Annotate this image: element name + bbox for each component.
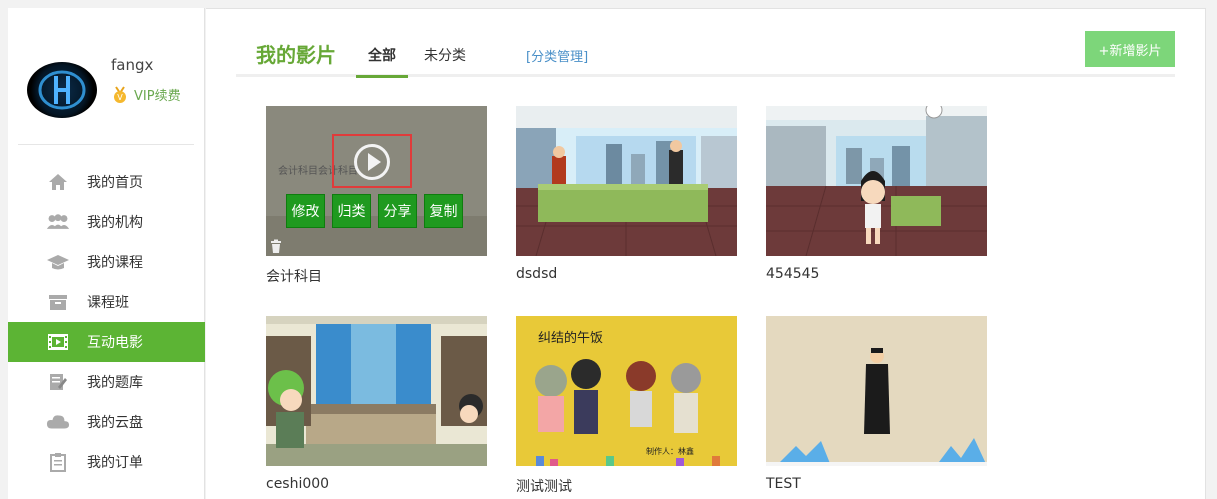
people-icon (46, 212, 70, 232)
sidebar-item-label: 我的课程 (87, 255, 143, 271)
share-button[interactable]: 分享 (378, 194, 417, 228)
film-thumbnail[interactable]: 会计科目会计科目 修改 归类 分享 复制 (266, 106, 487, 256)
film-card[interactable]: 会计科目会计科目 修改 归类 分享 复制 会计科目 (266, 106, 487, 285)
film-thumbnail[interactable]: 纠结的午饭 制作人：林鑫 (516, 316, 737, 466)
vip-medal-icon: V (114, 85, 126, 103)
username: fangx (111, 56, 154, 74)
sidebar-item-question-bank[interactable]: 我的题库 (8, 362, 205, 402)
edit-button[interactable]: 修改 (286, 194, 325, 228)
film-card[interactable]: ceshi000 (266, 316, 487, 492)
category-manage-link[interactable]: [分类管理] (526, 46, 588, 65)
sidebar-item-label: 我的云盘 (87, 415, 143, 431)
main-content: 我的影片 全部 未分类 [分类管理] +新增影片 会计科目会计科目 修改 归类 (206, 8, 1206, 499)
copy-button[interactable]: 复制 (424, 194, 463, 228)
trash-icon[interactable] (269, 239, 283, 253)
film-title[interactable]: 454545 (766, 266, 819, 282)
cloud-icon (46, 412, 70, 432)
sidebar-item-label: 课程班 (87, 295, 129, 311)
film-icon (46, 332, 70, 352)
tab-all[interactable]: 全部 (356, 45, 408, 78)
play-icon (354, 144, 390, 180)
sidebar-item-label: 我的题库 (87, 375, 143, 391)
thumb-credit-text: 制作人：林鑫 (646, 446, 694, 456)
sidebar-item-label: 互动电影 (87, 335, 143, 351)
film-actions: 修改 归类 分享 复制 (286, 194, 463, 228)
film-title[interactable]: 会计科目 (266, 266, 322, 286)
page-header: 我的影片 全部 未分类 [分类管理] +新增影片 (236, 9, 1175, 78)
thumb-title-text: 纠结的午饭 (538, 330, 603, 346)
film-title[interactable]: 测试测试 (516, 476, 572, 496)
sidebar-item-interactive-film[interactable]: 互动电影 (8, 322, 205, 362)
play-button[interactable] (332, 134, 412, 188)
archive-box-icon (46, 292, 70, 312)
graduation-cap-icon (46, 252, 70, 272)
sidebar-item-home[interactable]: 我的首页 (8, 162, 205, 202)
film-thumbnail[interactable] (266, 316, 487, 466)
film-thumbnail[interactable] (766, 316, 987, 466)
edit-doc-icon (46, 372, 70, 392)
page-title: 我的影片 (256, 43, 336, 67)
film-card[interactable]: 454545 (766, 106, 987, 282)
add-film-button[interactable]: +新增影片 (1085, 31, 1175, 67)
clipboard-icon (46, 452, 70, 472)
sidebar-item-orders[interactable]: 我的订单 (8, 442, 205, 482)
tab-uncategorized[interactable]: 未分类 (424, 45, 466, 75)
film-card[interactable]: 纠结的午饭 制作人：林鑫 测试测试 (516, 316, 737, 495)
film-title[interactable]: ceshi000 (266, 476, 329, 492)
film-title[interactable]: TEST (766, 476, 801, 492)
avatar[interactable] (27, 62, 97, 118)
svg-text:V: V (117, 93, 123, 102)
film-card[interactable]: TEST (766, 316, 987, 492)
film-thumbnail[interactable] (766, 106, 987, 256)
vip-label: VIP续费 (134, 89, 181, 104)
home-icon (46, 172, 70, 192)
sidebar-nav: 我的首页 我的机构 我的课程 课程班 互动电影 我的题库 我的云盘 我的订单 (8, 162, 205, 482)
sidebar-item-courses[interactable]: 我的课程 (8, 242, 205, 282)
categorize-button[interactable]: 归类 (332, 194, 371, 228)
sidebar-item-label: 我的首页 (87, 175, 143, 191)
film-thumbnail[interactable] (516, 106, 737, 256)
sidebar-item-cloud-disk[interactable]: 我的云盘 (8, 402, 205, 442)
vip-renew-link[interactable]: V VIP续费 (111, 85, 181, 104)
sidebar: fangx V VIP续费 我的首页 我的机构 我的课程 课程班 互动电影 我的… (8, 8, 205, 499)
sidebar-item-label: 我的机构 (87, 215, 143, 231)
film-card[interactable]: dsdsd (516, 106, 737, 282)
profile-divider (18, 144, 194, 145)
sidebar-item-label: 我的订单 (87, 455, 143, 471)
sidebar-item-organization[interactable]: 我的机构 (8, 202, 205, 242)
film-title[interactable]: dsdsd (516, 266, 557, 282)
sidebar-item-classes[interactable]: 课程班 (8, 282, 205, 322)
